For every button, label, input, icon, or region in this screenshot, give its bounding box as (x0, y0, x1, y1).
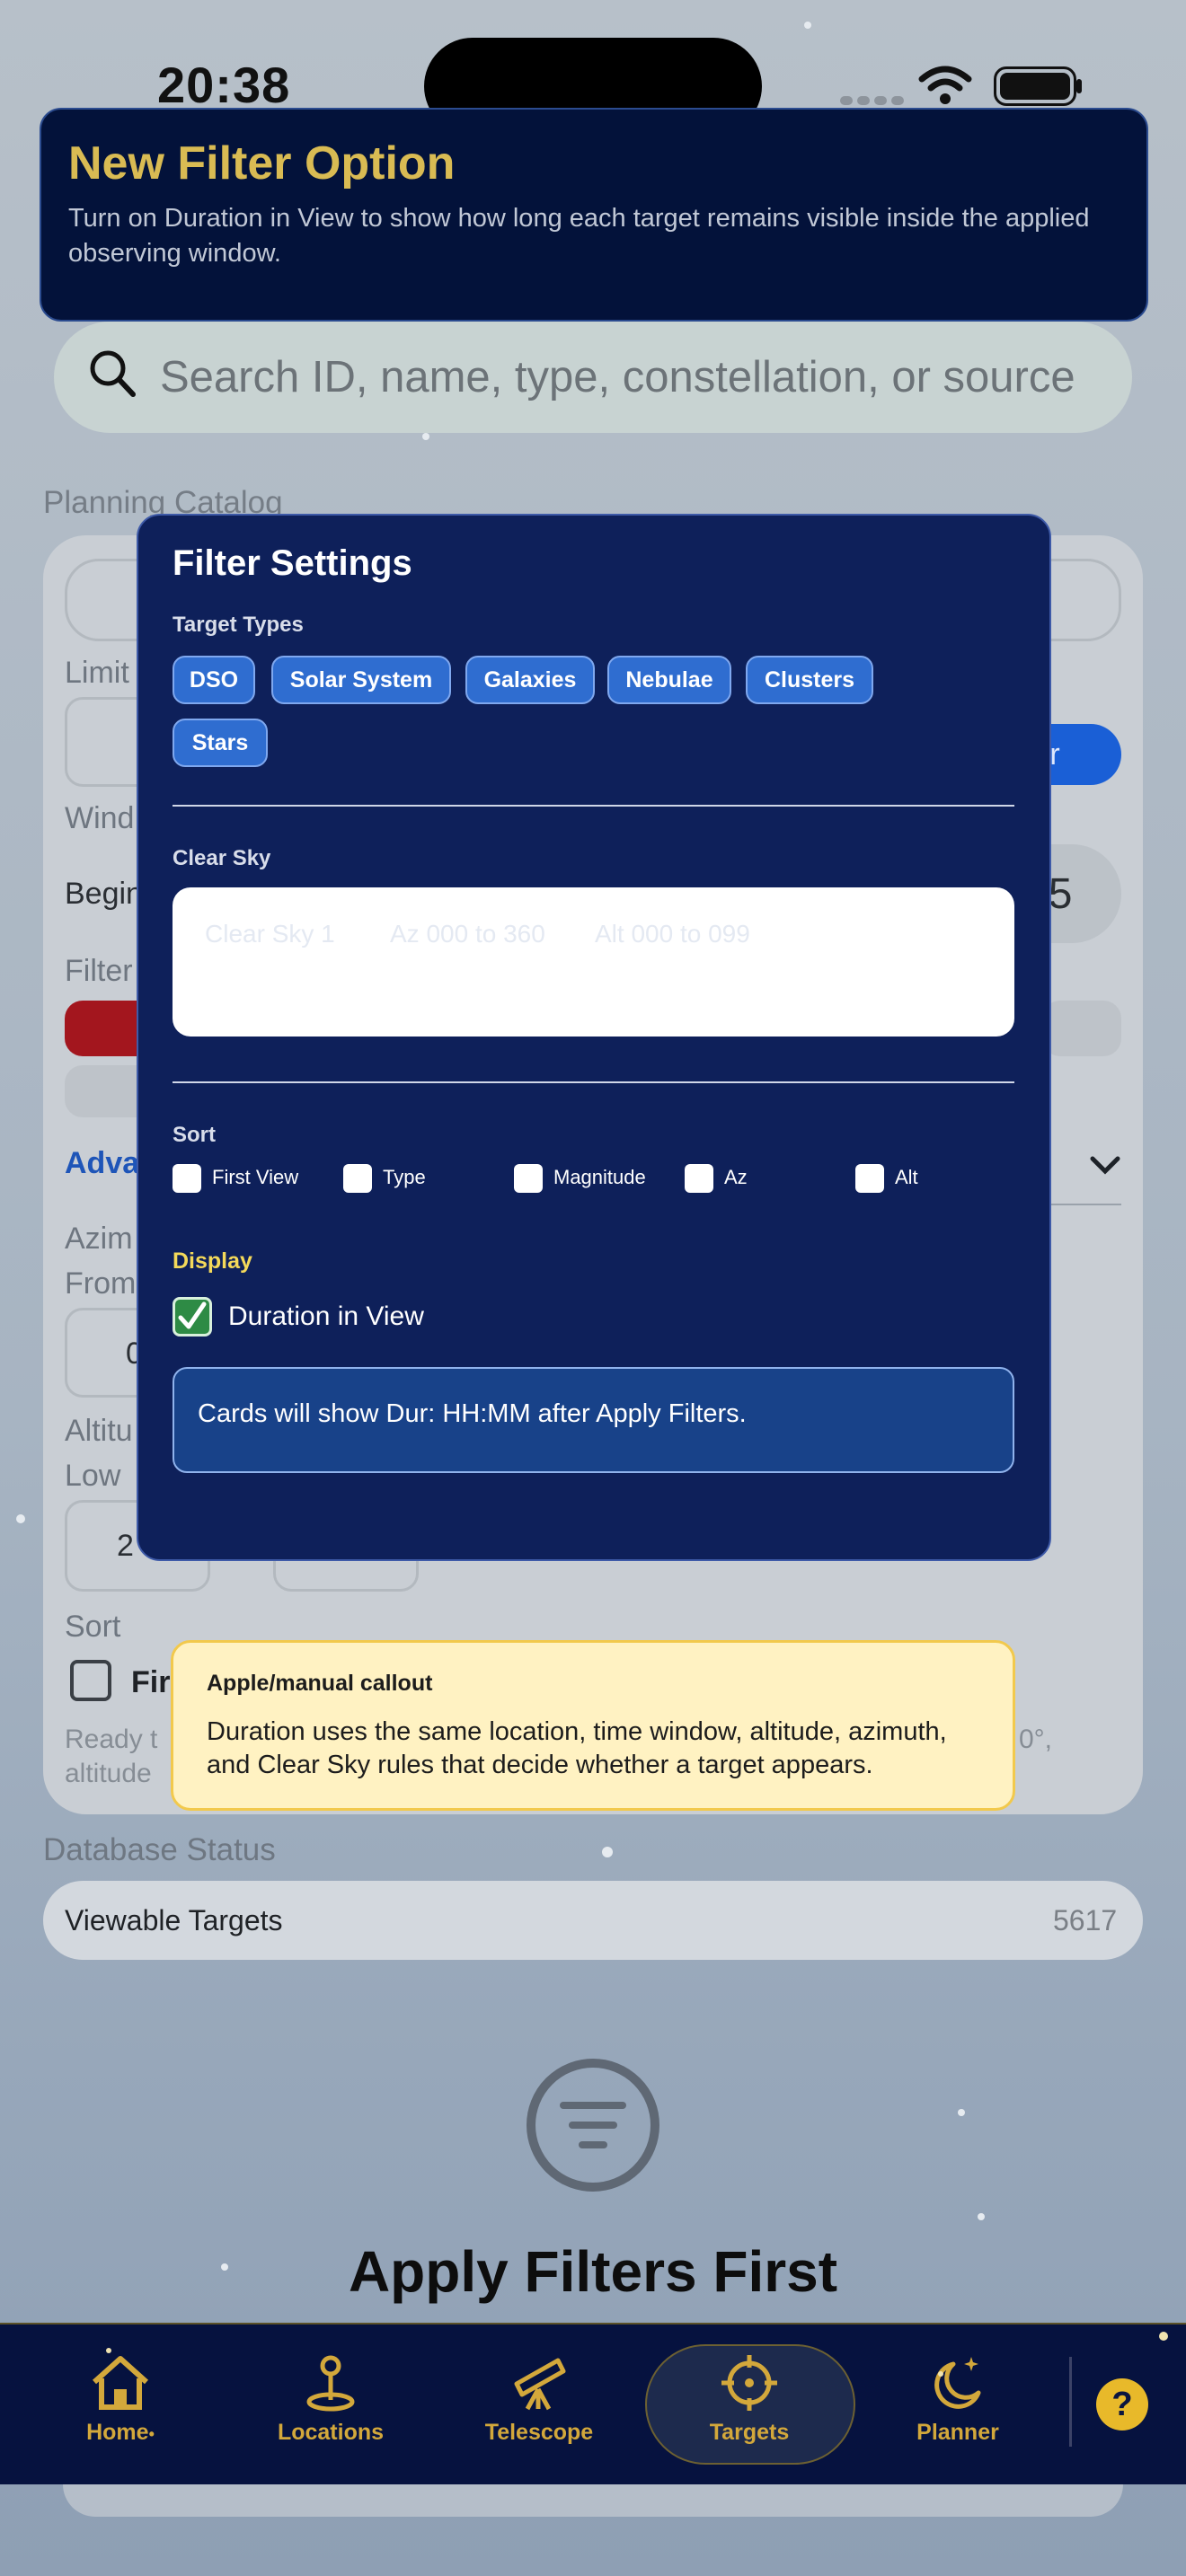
star-speck (938, 2371, 943, 2377)
display-label: Display (173, 1248, 252, 1274)
star-speck (106, 2348, 111, 2353)
divider (173, 1081, 1014, 1083)
star-speck (1159, 2332, 1168, 2341)
clear-sky-az: Az 000 to 360 (390, 920, 545, 948)
sort-alt-checkbox[interactable] (855, 1164, 884, 1193)
duration-label: Duration in View (228, 1301, 424, 1331)
banner-text: Turn on Duration in View to show how lon… (68, 204, 1090, 268)
from-label: From (65, 1266, 137, 1301)
chip-nebulae[interactable]: Nebulae (607, 656, 731, 704)
checkmark-icon (178, 1301, 207, 1329)
filters-label: Filter (65, 954, 133, 988)
tab-telescope-label: Telescope (484, 2420, 594, 2445)
callout-text: Duration uses the same location, time wi… (207, 1717, 947, 1779)
sort-az-label: Az (724, 1166, 748, 1188)
sort-type-label: Type (383, 1166, 426, 1188)
crosshair-icon (721, 2355, 777, 2411)
clear-sky-list[interactable] (173, 887, 1014, 1037)
tab-planner-label: Planner (916, 2420, 999, 2445)
chip-ghost[interactable] (1042, 1001, 1121, 1056)
tab-telescope[interactable]: Telescope (458, 2353, 620, 2446)
chip-clusters[interactable]: Clusters (746, 656, 873, 704)
star-speck (804, 22, 811, 29)
target-types-label: Target Types (173, 613, 304, 637)
tab-home-badge: • (148, 2425, 155, 2443)
star-speck (958, 2109, 965, 2116)
star-speck (422, 433, 429, 440)
tab-home-label: Home (86, 2420, 149, 2445)
window-label: Wind (65, 801, 135, 835)
ready-text-tail: 0°, (1019, 1725, 1053, 1754)
sort-first-view-label: First View (212, 1166, 299, 1188)
info-text: Cards will show Dur: HH:MM after Apply F… (198, 1399, 747, 1428)
database-status-title: Database Status (43, 1832, 276, 1867)
clear-sky-name: Clear Sky 1 (205, 920, 335, 948)
moon-stars-icon (934, 2357, 981, 2409)
viewable-targets-label: Viewable Targets (65, 1904, 283, 1936)
sort-az-checkbox[interactable] (685, 1164, 713, 1193)
clear-sky-label: Clear Sky (173, 846, 271, 870)
sort-type-checkbox[interactable] (343, 1164, 372, 1193)
duration-checkbox[interactable] (173, 1297, 212, 1337)
divider (1051, 1204, 1121, 1205)
sort-alt-label: Alt (895, 1166, 918, 1188)
search-icon (90, 350, 136, 397)
star-speck (978, 2213, 985, 2220)
begin-label: Begin (65, 877, 143, 911)
wifi-icon (918, 66, 972, 104)
tab-locations-label: Locations (277, 2420, 385, 2445)
battery-tip (1076, 79, 1082, 93)
telescope-icon (514, 2358, 566, 2411)
tab-targets[interactable]: Targets (668, 2353, 830, 2446)
sheet-edge (63, 2484, 1123, 2517)
sort-magnitude-checkbox[interactable] (514, 1164, 543, 1193)
divider (173, 805, 1014, 807)
star-speck (602, 1847, 613, 1857)
status-time: 20:38 (157, 57, 291, 113)
modal-title: Filter Settings (173, 543, 412, 583)
altitude-text: altitude (65, 1759, 152, 1788)
limit-label: Limit (65, 656, 129, 690)
low-label: Low (65, 1459, 121, 1493)
chip-dso[interactable]: DSO (173, 656, 255, 704)
sort-label: Sort (173, 1123, 216, 1147)
tab-planner[interactable]: Planner (877, 2353, 1039, 2446)
callout-title: Apple/manual callout (207, 1671, 433, 1696)
chevron-down-icon[interactable] (1089, 1153, 1121, 1178)
star-speck (16, 1514, 25, 1523)
viewable-targets-count: 5617 (1053, 1904, 1118, 1936)
home-icon (92, 2356, 149, 2410)
sort-first-view-checkbox[interactable] (173, 1164, 201, 1193)
tab-locations[interactable]: Locations (250, 2353, 412, 2446)
tab-separator (1069, 2357, 1072, 2447)
chip-solar-system[interactable]: Solar System (271, 656, 451, 704)
first-view-label: Fir (131, 1665, 171, 1699)
sort-magnitude-label: Magnitude (553, 1166, 646, 1188)
tab-home[interactable]: Home• (40, 2353, 201, 2446)
advanced-toggle[interactable]: Adva (65, 1146, 139, 1181)
banner-title: New Filter Option (68, 137, 456, 190)
azimuth-label: Azim (65, 1222, 133, 1256)
first-view-checkbox[interactable] (70, 1660, 111, 1701)
sort-label: Sort (65, 1610, 121, 1644)
location-pin-icon (306, 2355, 355, 2412)
altitude-label: Altitu (65, 1414, 133, 1448)
altitude-low-value: 2 (117, 1529, 134, 1563)
empty-state-title: Apply Filters First (348, 2239, 838, 2304)
chip-stars[interactable]: Stars (173, 719, 268, 767)
tab-targets-label: Targets (709, 2420, 790, 2445)
ready-text: Ready t (65, 1725, 158, 1754)
clear-sky-alt: Alt 000 to 099 (595, 920, 750, 948)
help-button[interactable]: ? (1096, 2378, 1148, 2430)
filter-lines-icon (527, 2059, 659, 2192)
chip-galaxies[interactable]: Galaxies (465, 656, 595, 704)
search-input[interactable]: Search ID, name, type, constellation, or… (160, 352, 1075, 402)
battery-icon (994, 66, 1076, 106)
